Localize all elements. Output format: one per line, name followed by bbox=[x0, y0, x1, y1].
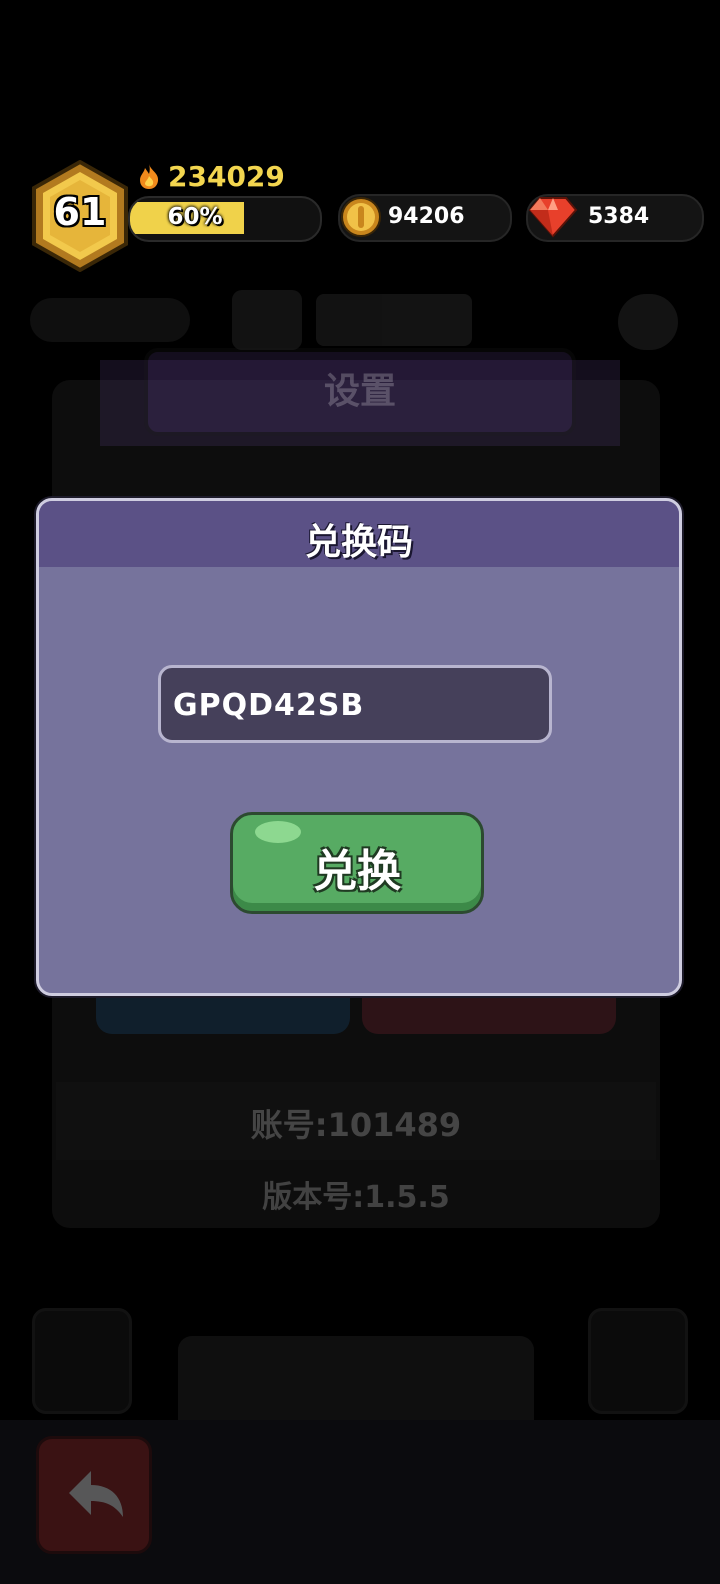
redeem-code-value: GPQD42SB bbox=[173, 688, 365, 723]
gold-coin-icon bbox=[341, 197, 381, 237]
gem-icon bbox=[528, 197, 578, 238]
account-id-label: 账号:101489 bbox=[250, 1106, 462, 1144]
back-button[interactable] bbox=[36, 1436, 152, 1554]
redeem-button-label: 兑换 bbox=[313, 846, 401, 897]
gem-value: 5384 bbox=[588, 204, 650, 229]
gold-counter[interactable]: 94206 bbox=[338, 194, 512, 242]
sub-toolbar bbox=[0, 290, 720, 350]
power-value: 234029 bbox=[168, 159, 285, 193]
flame-icon bbox=[140, 164, 159, 189]
xp-bar: 60% bbox=[128, 196, 322, 242]
xp-percent-label: 60% bbox=[167, 204, 223, 230]
version-label: 版本号:1.5.5 bbox=[262, 1180, 450, 1215]
power-display: 234029 bbox=[136, 158, 285, 194]
gem-counter[interactable]: 5384 bbox=[526, 194, 704, 242]
dialog-header: 兑换码 bbox=[39, 501, 679, 567]
bottom-right-card bbox=[588, 1308, 688, 1414]
gold-value: 94206 bbox=[388, 204, 465, 229]
bottom-left-card bbox=[32, 1308, 132, 1414]
settings-title: 设置 bbox=[323, 371, 396, 412]
redeem-code-input[interactable]: GPQD42SB bbox=[158, 665, 552, 743]
back-arrow-icon bbox=[69, 1471, 123, 1517]
dialog-title: 兑换码 bbox=[304, 522, 413, 563]
player-level: 61 bbox=[53, 190, 107, 234]
redeem-code-dialog: 兑换码 bbox=[36, 498, 682, 996]
redeem-button[interactable]: 兑换 bbox=[230, 812, 484, 914]
